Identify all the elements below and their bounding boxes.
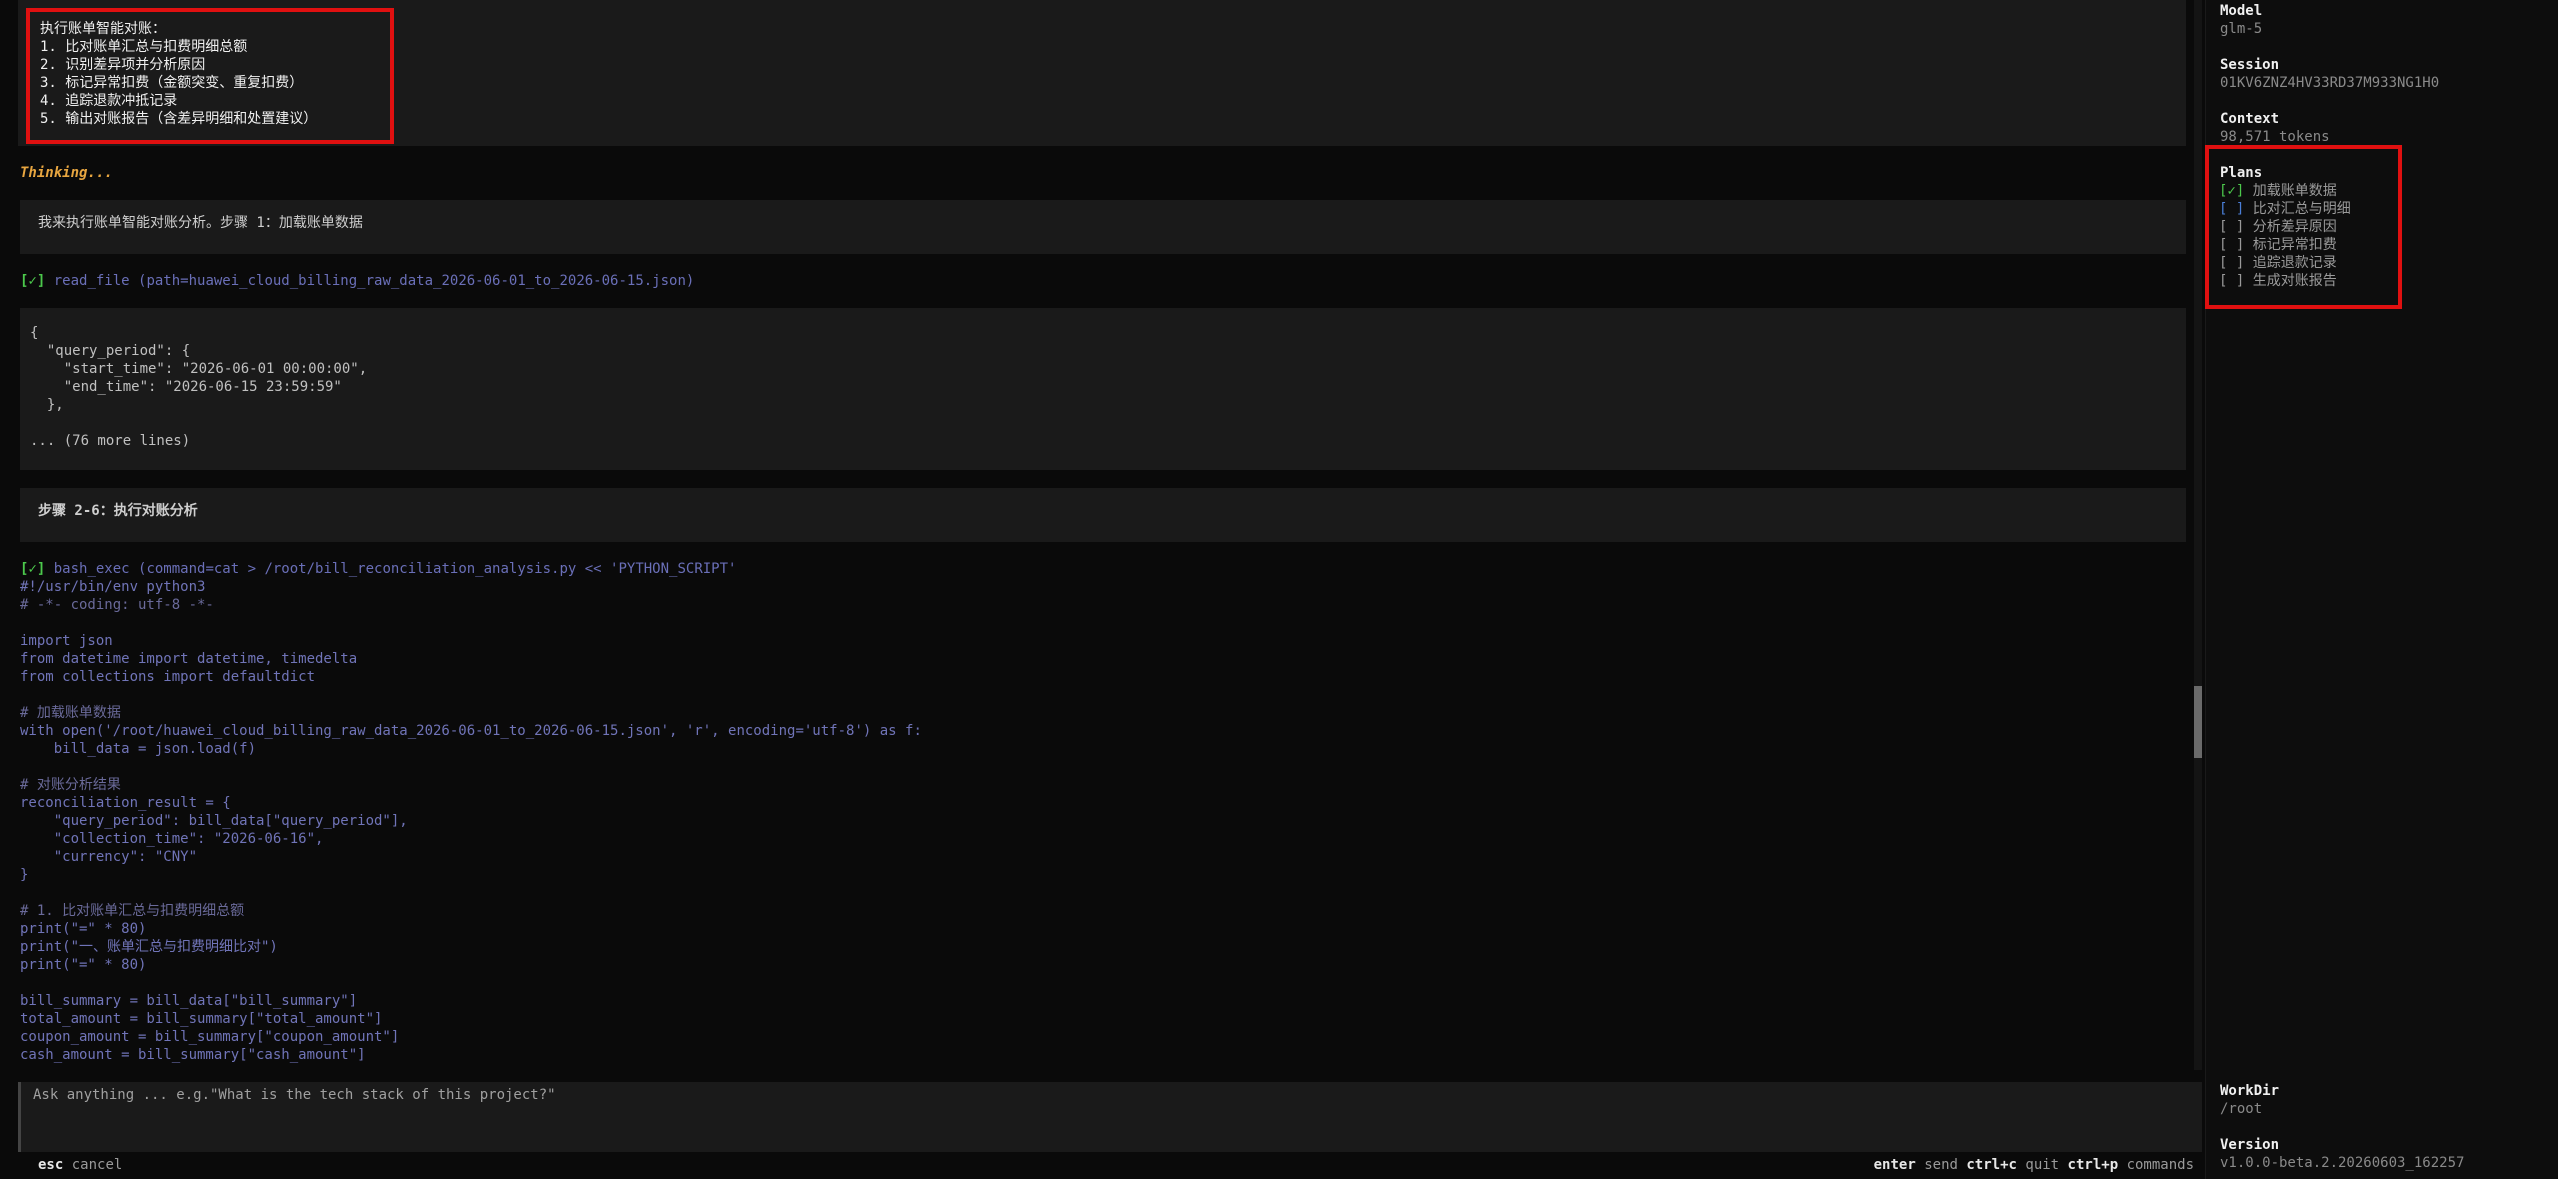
plan-checkbox: [ ] [2219,219,2245,235]
plan-label: 追踪退款记录 [2252,255,2337,271]
enter-action: send [1924,1157,1958,1173]
user-message-line: 2. 识别差异项并分析原因 [40,57,206,73]
output-line: "end_time": "2026-06-15 23:59:59" [30,379,342,395]
code-line: # 1. 比对账单汇总与扣费明细总额 [20,903,245,919]
code-line: reconciliation_result = { [20,795,231,811]
code-line: with open('/root/huawei_cloud_billing_ra… [20,723,922,739]
code-line: "query_period": bill_data["query_period"… [20,813,408,829]
scrollbar-thumb[interactable] [2194,686,2202,758]
plan-checkbox: [✓] [2219,183,2245,199]
code-line: } [20,867,29,883]
code-line: from datetime import datetime, timedelta [20,651,358,667]
code-line: print("一、账单汇总与扣费明细比对") [20,939,278,955]
code-line: coupon_amount = bill_summary["coupon_amo… [20,1029,400,1045]
user-message-line: 1. 比对账单汇总与扣费明细总额 [40,39,248,55]
plan-checkbox: [ ] [2219,237,2245,253]
code-line: "collection_time": "2026-06-16", [20,831,324,847]
user-message-line: 3. 标记异常扣费（金额突变、重复扣费） [40,75,304,91]
code-line: # 加载账单数据 [20,705,121,721]
workdir-label: WorkDir [2220,1083,2280,1099]
output-line: "start_time": "2026-06-01 00:00:00", [30,361,368,377]
code-line: total_amount = bill_summary["total_amoun… [20,1011,383,1027]
assistant-message-block [20,488,2186,542]
tool-output-text: { "query_period": { "start_time": "2026-… [30,324,367,450]
code-line: print("=" * 80) [20,921,147,937]
tool-status-check: [✓] [20,273,46,289]
output-line: }, [30,397,64,413]
plan-checkbox: [ ] [2219,201,2245,217]
user-message-line: 4. 追踪退款冲抵记录 [40,93,178,109]
version-value: v1.0.0-beta.2.20260603_162257 [2220,1155,2465,1171]
esc-action: cancel [71,1157,123,1173]
commands-action: commands [2126,1157,2194,1173]
context-label: Context [2220,111,2280,127]
user-message-line: 5. 输出对账报告（含差异明细和处置建议） [40,111,318,127]
code-line: print("=" * 80) [20,957,147,973]
quit-key: ctrl+c [1966,1157,2017,1173]
footer-bar: esc cancel enter send ctrl+c quit ctrl+p… [0,1152,2200,1176]
code-line: #!/usr/bin/env python3 [20,579,206,595]
prompt-input[interactable] [31,1084,1835,1106]
more-lines-indicator[interactable]: ... (76 more lines) [30,432,367,450]
thinking-indicator: Thinking... [20,165,113,181]
quit-action: quit [2025,1157,2060,1173]
tool-call-read-file[interactable]: [✓] read_file (path=huawei_cloud_billing… [20,272,694,290]
code-line: "currency": "CNY" [20,849,198,865]
prompt-input-area[interactable] [18,1082,2202,1152]
tool-call-text: read_file (path=huawei_cloud_billing_raw… [53,273,695,289]
code-line: from collections import defaultdict [20,669,316,685]
plan-label: 加载账单数据 [2252,183,2337,199]
code-line: # -*- coding: utf-8 -*- [20,597,214,613]
tool-status-check: [✓] [20,561,46,577]
plan-item: [ ] 标记异常扣费 [2219,236,2337,254]
code-line: bill_data = json.load(f) [20,741,257,757]
output-line: { [30,325,39,341]
shortcut-hints: enter send ctrl+c quit ctrl+p commands [1874,1156,2194,1174]
scrollbar-track[interactable] [2194,0,2202,1070]
chat-panel: 执行账单智能对账： 1. 比对账单汇总与扣费明细总额 2. 识别差异项并分析原因… [0,0,2202,1179]
plan-checkbox: [ ] [2219,273,2245,289]
esc-key: esc [38,1157,64,1173]
plan-label: 比对汇总与明细 [2252,201,2351,217]
plan-item: [✓] 加载账单数据 [2219,182,2337,200]
model-label: Model [2220,3,2263,19]
code-block: #!/usr/bin/env python3 # -*- coding: utf-… [20,578,922,1064]
assistant-step-heading: 步骤 2-6：执行对账分析 [38,503,198,519]
context-value: 98,571 tokens [2220,129,2330,145]
tool-call-text: bash_exec (command=cat > /root/bill_reco… [53,561,737,577]
code-line: # 对账分析结果 [20,777,121,793]
user-message-line: 执行账单智能对账： [40,21,166,37]
plan-item: [ ] 分析差异原因 [2219,218,2337,236]
tool-call-bash-exec[interactable]: [✓] bash_exec (command=cat > /root/bill_… [20,560,736,578]
code-line: import json [20,633,113,649]
plan-item: [ ] 生成对账报告 [2219,272,2337,290]
output-line: "query_period": { [30,343,191,359]
plan-label: 生成对账报告 [2252,273,2337,289]
plan-label: 分析差异原因 [2252,219,2337,235]
workdir-value: /root [2220,1101,2263,1117]
plan-item: [ ] 比对汇总与明细 [2219,200,2351,218]
version-label: Version [2220,1137,2280,1153]
enter-key: enter [1873,1157,1916,1173]
code-line: cash_amount = bill_summary["cash_amount"… [20,1047,366,1063]
user-message-highlight: 执行账单智能对账： 1. 比对账单汇总与扣费明细总额 2. 识别差异项并分析原因… [26,8,394,144]
session-value: 01KV6ZNZ4HV33RD37M933NG1H0 [2220,75,2440,91]
plan-checkbox: [ ] [2219,255,2245,271]
plan-label: 标记异常扣费 [2252,237,2337,253]
model-value: glm-5 [2220,21,2263,37]
esc-hint: esc cancel [38,1156,122,1174]
assistant-message-text: 我来执行账单智能对账分析。步骤 1：加载账单数据 [38,215,363,231]
session-label: Session [2220,57,2280,73]
code-line: bill_summary = bill_data["bill_summary"] [20,993,358,1009]
commands-key: ctrl+p [2067,1157,2119,1173]
plan-item: [ ] 追踪退款记录 [2219,254,2337,272]
